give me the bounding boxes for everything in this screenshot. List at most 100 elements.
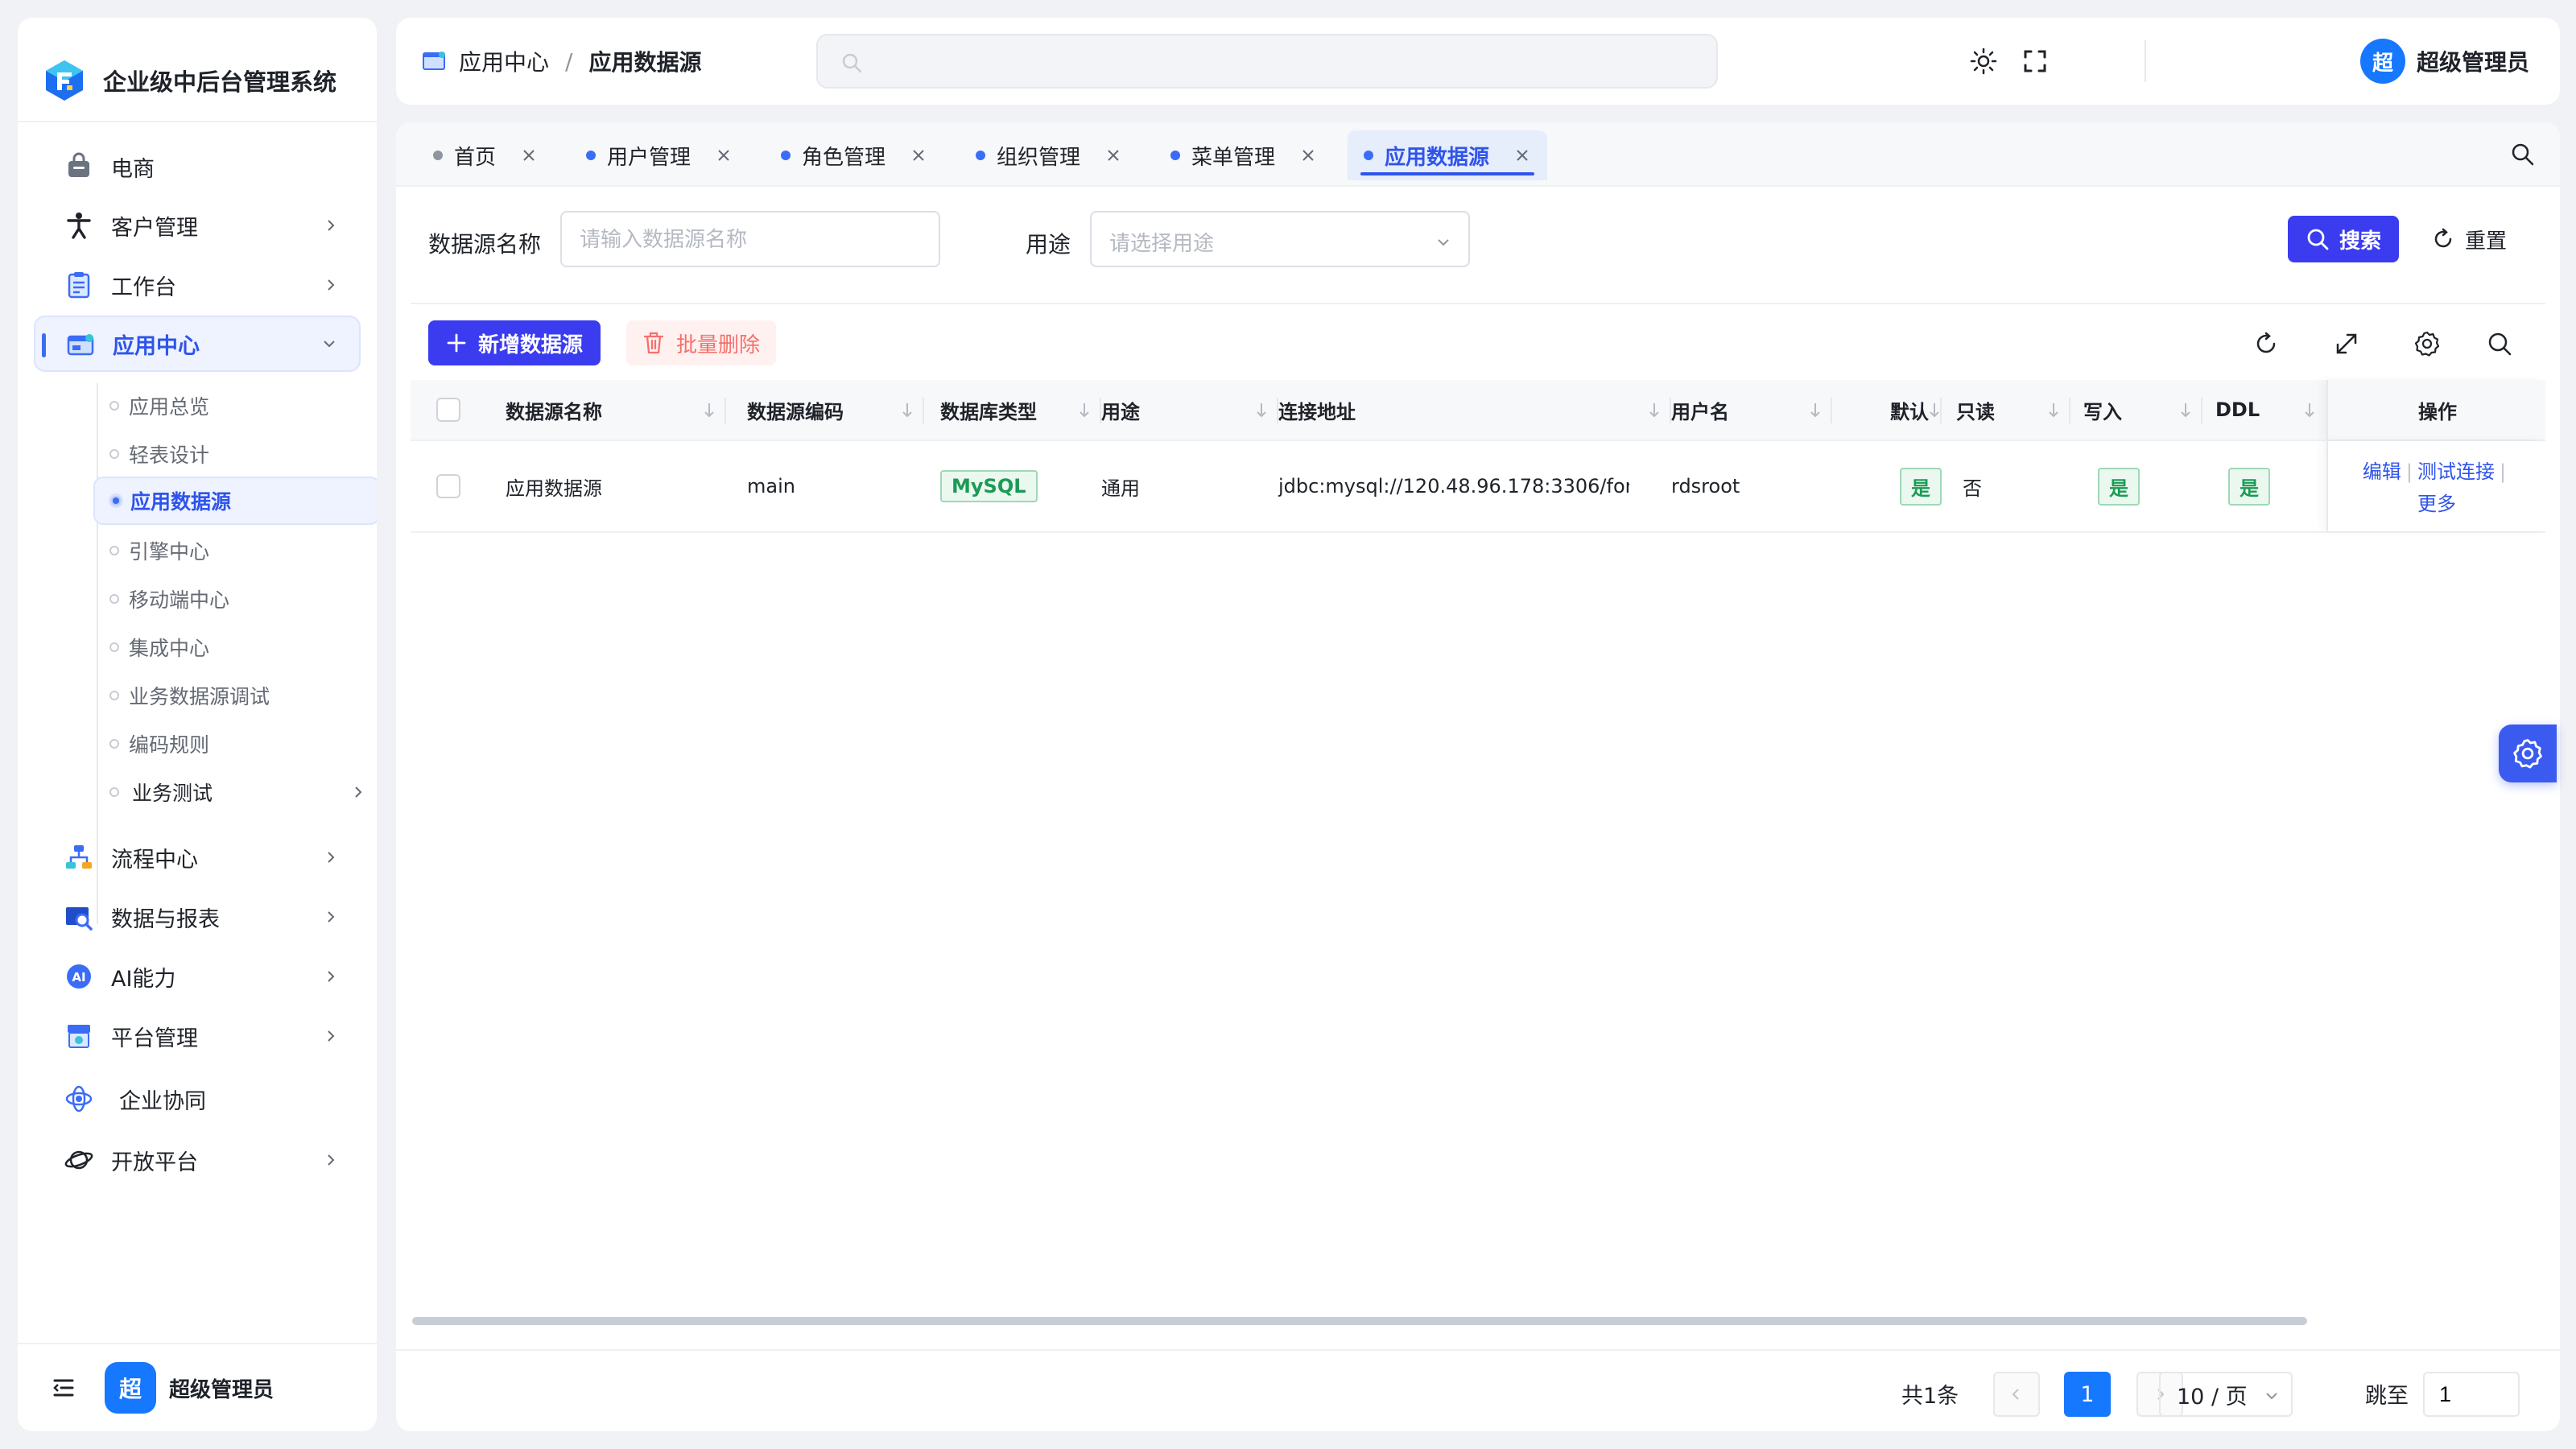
- edit-link[interactable]: 编辑: [2363, 460, 2401, 483]
- column-header[interactable]: 用途: [1101, 380, 1278, 440]
- sidebar-item-workbench[interactable]: 工作台: [34, 257, 361, 313]
- sort-icon[interactable]: [1647, 401, 1662, 419]
- sort-icon[interactable]: [1077, 401, 1092, 419]
- row-checkbox[interactable]: [436, 474, 460, 498]
- more-link[interactable]: 更多: [2417, 493, 2456, 515]
- header-user[interactable]: 超 超级管理员: [2360, 35, 2529, 87]
- sidebar-subitem-mobile-center[interactable]: 移动端中心: [93, 575, 377, 623]
- tab-home[interactable]: 首页: [433, 130, 538, 180]
- tab-menu-management[interactable]: 菜单管理: [1170, 130, 1317, 180]
- sort-icon[interactable]: [2302, 401, 2317, 419]
- global-search-input[interactable]: [874, 35, 1695, 87]
- pagination: 共1条 1 10 / 页 跳至: [396, 1349, 2560, 1430]
- fullscreen-icon[interactable]: [2021, 47, 2050, 76]
- add-datasource-button[interactable]: 新增数据源: [428, 320, 601, 365]
- breadcrumb-parent[interactable]: 应用中心: [459, 45, 549, 77]
- cell-url: jdbc:mysql://120.48.96.178:3306/forge_: [1278, 475, 1629, 497]
- column-header[interactable]: DDL: [2202, 380, 2326, 440]
- select-all-checkbox[interactable]: [436, 398, 460, 422]
- sidebar-subitem-integration-center[interactable]: 集成中心: [93, 623, 377, 671]
- sidebar-subitem-app-datasource[interactable]: 应用数据源: [93, 477, 377, 525]
- subitem-label: 应用总览: [129, 395, 210, 419]
- tab-label: 应用数据源: [1385, 145, 1490, 170]
- column-header-label: 用户名: [1671, 400, 1729, 423]
- sidebar-subitem-app-overview[interactable]: 应用总览: [93, 382, 377, 430]
- refresh-icon[interactable]: [2252, 330, 2280, 357]
- page-size-select[interactable]: 10 / 页: [2159, 1372, 2293, 1417]
- settings-icon[interactable]: [2413, 330, 2441, 357]
- sort-icon[interactable]: [1808, 401, 1823, 419]
- tab-dot-icon: [586, 151, 596, 160]
- close-icon[interactable]: [715, 147, 733, 164]
- brand[interactable]: 企业级中后台管理系统: [42, 42, 336, 119]
- tab-user-management[interactable]: 用户管理: [586, 130, 733, 180]
- avatar[interactable]: 超: [105, 1362, 156, 1414]
- page-number[interactable]: 1: [2064, 1372, 2111, 1417]
- global-search[interactable]: [816, 34, 1718, 89]
- cell-code: main: [747, 475, 795, 497]
- datasource-name-input[interactable]: [560, 211, 940, 267]
- sidebar-subitem-datasource-debug[interactable]: 业务数据源调试: [93, 671, 377, 720]
- search-icon[interactable]: [2486, 330, 2513, 357]
- theme-sun-icon[interactable]: [1969, 47, 1998, 76]
- sidebar-item-platform[interactable]: 平台管理: [34, 1008, 361, 1064]
- test-connection-link[interactable]: 测试连接: [2417, 460, 2495, 483]
- sort-icon[interactable]: [1254, 401, 1269, 419]
- column-divider: [1940, 398, 1942, 423]
- tab-role-management[interactable]: 角色管理: [781, 130, 927, 180]
- column-header-label: 数据源名称: [506, 400, 602, 423]
- jump-page-input[interactable]: [2423, 1372, 2520, 1417]
- collapse-menu-icon[interactable]: [50, 1374, 77, 1402]
- floating-settings-button[interactable]: [2499, 724, 2557, 782]
- table-row[interactable]: 应用数据源 main MySQL 通用 jdbc:mysql://120.48.…: [411, 441, 2545, 533]
- sidebar-item-open-platform[interactable]: 开放平台: [34, 1132, 361, 1188]
- tab-org-management[interactable]: 组织管理: [976, 130, 1122, 180]
- close-icon[interactable]: [1299, 147, 1317, 164]
- sidebar-subitem-engine-center[interactable]: 引擎中心: [93, 526, 377, 575]
- reset-button[interactable]: 重置: [2431, 216, 2507, 262]
- column-header[interactable]: 写入: [2070, 380, 2202, 440]
- column-header-label: 默认: [1890, 400, 1929, 423]
- sidebar-subitem-business-test[interactable]: 业务测试: [93, 768, 377, 816]
- action-separator: |: [2500, 460, 2507, 483]
- tab-app-datasource[interactable]: 应用数据源: [1348, 130, 1548, 180]
- sidebar-item-ecommerce[interactable]: 电商: [34, 138, 361, 195]
- column-header[interactable]: 默认: [1832, 380, 1942, 440]
- horizontal-scrollbar[interactable]: [412, 1317, 2307, 1325]
- search-icon[interactable]: [2510, 142, 2536, 167]
- usage-select[interactable]: 请选择用途: [1090, 211, 1470, 267]
- close-icon[interactable]: [1513, 147, 1531, 164]
- prev-page-button[interactable]: [1993, 1372, 2040, 1417]
- close-icon[interactable]: [910, 147, 927, 164]
- column-header[interactable]: 数据源名称: [506, 380, 726, 440]
- column-header[interactable]: 用户名: [1671, 380, 1832, 440]
- search-button[interactable]: 搜索: [2288, 216, 2400, 262]
- breadcrumb: 应用中心 / 应用数据源: [422, 18, 701, 105]
- column-header[interactable]: 数据库类型: [940, 380, 1101, 440]
- sidebar-item-collaboration[interactable]: 企业协同: [34, 1071, 361, 1127]
- sidebar-item-customer[interactable]: 客户管理: [34, 197, 361, 254]
- tab-label: 首页: [454, 145, 497, 170]
- sidebar-subitem-light-form[interactable]: 轻表设计: [93, 430, 377, 478]
- sidebar-subitem-code-rules[interactable]: 编码规则: [93, 720, 377, 768]
- chevron-down-icon: [324, 341, 335, 348]
- sort-icon[interactable]: [2046, 401, 2061, 419]
- tab-label: 菜单管理: [1191, 145, 1276, 170]
- chevron-right-icon: [328, 220, 335, 231]
- sidebar-item-data-report[interactable]: 数据与报表: [34, 889, 361, 945]
- close-icon[interactable]: [520, 147, 538, 164]
- batch-delete-button[interactable]: 批量删除: [626, 320, 777, 365]
- sort-icon[interactable]: [900, 401, 914, 419]
- expand-icon[interactable]: [2333, 330, 2360, 357]
- sort-icon[interactable]: [702, 401, 716, 419]
- app-logo-icon: [46, 60, 83, 101]
- column-header[interactable]: 连接地址: [1278, 380, 1671, 440]
- tab-label: 组织管理: [997, 145, 1081, 170]
- sidebar-item-flow-center[interactable]: 流程中心: [34, 829, 361, 886]
- sort-icon[interactable]: [2178, 401, 2193, 419]
- close-icon[interactable]: [1104, 147, 1122, 164]
- column-header[interactable]: 只读: [1956, 380, 2070, 440]
- sidebar-item-app-center[interactable]: 应用中心: [34, 316, 361, 372]
- column-header[interactable]: 数据源编码: [747, 380, 924, 440]
- sidebar-item-ai[interactable]: AI AI能力: [34, 948, 361, 1005]
